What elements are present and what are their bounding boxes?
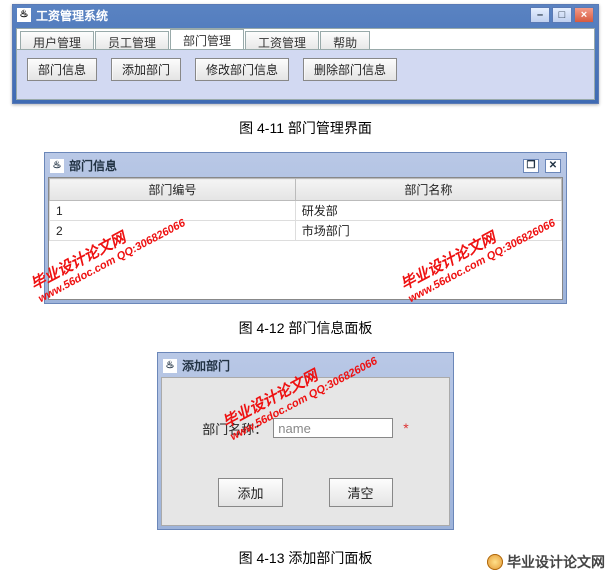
table-row[interactable]: 2 市场部门 xyxy=(50,221,562,241)
window-title: 工资管理系统 xyxy=(36,7,108,24)
dept-name-label: 部门名称： xyxy=(202,419,267,438)
add-dept-form: 部门名称： * 添加 清空 xyxy=(161,377,450,526)
globe-icon xyxy=(487,554,503,570)
iframe-titlebar: ♨ 添加部门 xyxy=(161,356,450,377)
iframe-maximize-icon[interactable]: ❐ xyxy=(523,159,539,173)
clear-button[interactable]: 清空 xyxy=(329,478,393,507)
tab-employee-mgmt[interactable]: 员工管理 xyxy=(95,31,169,49)
iframe-close-icon[interactable]: ✕ xyxy=(545,159,561,173)
close-button[interactable]: × xyxy=(574,7,594,23)
footer-logo: 毕业设计论文网 xyxy=(487,552,605,572)
iframe-title: 部门信息 xyxy=(69,157,117,174)
toolbar: 部门信息 添加部门 修改部门信息 删除部门信息 xyxy=(16,50,595,100)
add-dept-button[interactable]: 添加部门 xyxy=(111,58,181,81)
iframe-titlebar: ♨ 部门信息 ❐ ✕ xyxy=(48,156,563,177)
java-icon: ♨ xyxy=(17,8,31,22)
java-icon: ♨ xyxy=(163,359,177,373)
window-titlebar: ♨ 工资管理系统 – □ × xyxy=(13,5,598,25)
tab-salary-mgmt[interactable]: 工资管理 xyxy=(245,31,319,49)
main-window: ♨ 工资管理系统 – □ × 用户管理 员工管理 部门管理 工资管理 帮助 部门… xyxy=(12,4,599,104)
add-dept-frame: ♨ 添加部门 部门名称： * 添加 清空 xyxy=(157,352,454,530)
figure-caption-2: 图 4-12 部门信息面板 xyxy=(2,318,609,338)
add-button[interactable]: 添加 xyxy=(218,478,282,507)
iframe-title: 添加部门 xyxy=(182,357,230,374)
minimize-button[interactable]: – xyxy=(530,7,550,23)
col-dept-name: 部门名称 xyxy=(295,179,561,201)
dept-name-input[interactable] xyxy=(273,418,393,438)
col-dept-id: 部门编号 xyxy=(50,179,296,201)
dept-info-frame: ♨ 部门信息 ❐ ✕ 部门编号 部门名称 xyxy=(44,152,567,304)
table-row[interactable]: 1 研发部 xyxy=(50,201,562,221)
tab-dept-mgmt[interactable]: 部门管理 xyxy=(170,29,244,49)
tab-user-mgmt[interactable]: 用户管理 xyxy=(20,31,94,49)
figure-caption-1: 图 4-11 部门管理界面 xyxy=(2,118,609,138)
required-mark: * xyxy=(403,420,408,436)
java-icon: ♨ xyxy=(50,159,64,173)
edit-dept-button[interactable]: 修改部门信息 xyxy=(195,58,289,81)
dept-table: 部门编号 部门名称 1 研发部 2 市场部门 xyxy=(48,177,563,300)
tab-help[interactable]: 帮助 xyxy=(320,31,370,49)
delete-dept-button[interactable]: 删除部门信息 xyxy=(303,58,397,81)
main-tabs: 用户管理 员工管理 部门管理 工资管理 帮助 xyxy=(16,28,595,50)
dept-info-button[interactable]: 部门信息 xyxy=(27,58,97,81)
maximize-button[interactable]: □ xyxy=(552,7,572,23)
